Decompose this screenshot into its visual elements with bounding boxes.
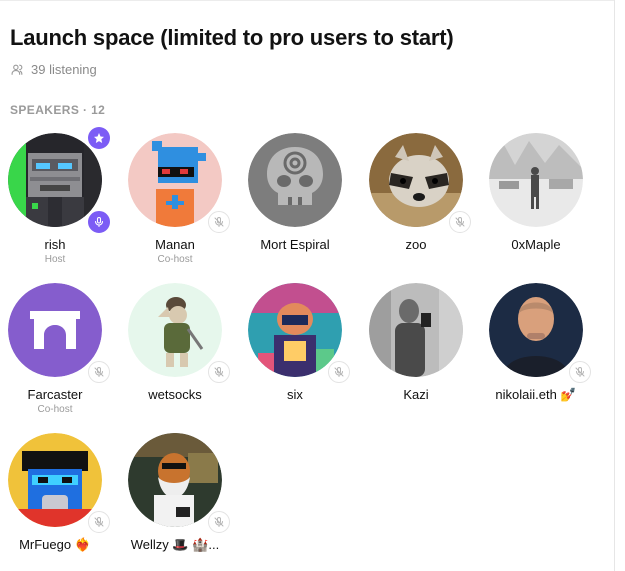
mic-muted-badge	[208, 211, 230, 233]
avatar-container	[248, 283, 350, 383]
panel-border	[614, 0, 615, 571]
microphone-muted-icon	[214, 217, 224, 227]
speaker-name: Manan	[155, 237, 195, 252]
speaker-wellzy[interactable]: Wellzy 🎩 🏰...	[115, 433, 235, 555]
microphone-muted-icon	[334, 367, 344, 377]
avatar-container	[128, 133, 230, 233]
speaker-name: Kazi	[403, 387, 429, 402]
microphone-icon	[94, 216, 104, 228]
speaker-role: Co-host	[37, 404, 73, 415]
avatar-container	[128, 283, 230, 383]
avatar	[8, 283, 102, 377]
speaker-kazi[interactable]: Kazi	[356, 283, 476, 404]
microphone-muted-icon	[575, 367, 585, 377]
avatar-container	[489, 133, 583, 227]
microphone-muted-icon	[214, 367, 224, 377]
mic-muted-badge	[88, 361, 110, 383]
mic-muted-badge	[208, 511, 230, 533]
speaker-role: Co-host	[157, 254, 193, 265]
microphone-muted-icon	[214, 517, 224, 527]
speaker-name: six	[287, 387, 303, 402]
avatar-container	[8, 433, 110, 533]
speaker-name: Mort Espiral	[260, 237, 330, 252]
avatar-container	[8, 127, 110, 233]
speakers-section-label: SPEAKERS · 12	[10, 103, 106, 117]
mic-muted-badge	[569, 361, 591, 383]
avatar	[128, 133, 222, 227]
microphone-muted-icon	[94, 367, 104, 377]
microphone-muted-icon	[455, 217, 465, 227]
mic-muted-badge	[208, 361, 230, 383]
avatar-container	[128, 433, 230, 533]
avatar	[248, 133, 342, 227]
users-icon	[11, 64, 23, 75]
speaker-wetsocks[interactable]: wetsocks	[115, 283, 235, 404]
mic-muted-badge	[449, 211, 471, 233]
avatar	[369, 283, 463, 377]
avatar	[8, 133, 102, 227]
listener-count: 39 listening	[11, 62, 97, 77]
space-title: Launch space (limited to pro users to st…	[10, 25, 454, 50]
avatar-container	[248, 133, 342, 227]
mic-muted-badge	[328, 361, 350, 383]
avatar-container	[8, 283, 110, 383]
avatar	[489, 133, 583, 227]
speaker-name: Wellzy 🎩 🏰...	[130, 537, 220, 552]
speaker-name: zoo	[405, 237, 427, 252]
speaker-role: Host	[44, 254, 66, 265]
avatar	[248, 283, 342, 377]
avatar	[8, 433, 102, 527]
speaker-rish[interactable]: rish Host	[0, 127, 115, 265]
speaker-0xmaple[interactable]: 0xMaple	[476, 133, 596, 254]
speaker-mort-espiral[interactable]: Mort Espiral	[235, 133, 355, 254]
avatar	[128, 433, 222, 527]
speaker-name: Farcaster	[27, 387, 83, 402]
speaker-mrfuego[interactable]: MrFuego ❤️‍🔥	[0, 433, 115, 555]
avatar	[128, 283, 222, 377]
speaker-six[interactable]: six	[235, 283, 355, 404]
avatar-container	[489, 283, 591, 383]
avatar	[489, 283, 583, 377]
speaker-name: nikolaii.eth 💅	[495, 387, 577, 402]
avatar-container	[369, 133, 471, 233]
star-icon	[94, 133, 104, 143]
host-star-badge	[88, 127, 110, 149]
mic-muted-badge	[88, 511, 110, 533]
speaker-name: rish	[44, 237, 66, 252]
avatar	[369, 133, 463, 227]
listening-text: 39 listening	[31, 62, 97, 77]
mic-on-badge	[88, 211, 110, 233]
speaker-name: 0xMaple	[511, 237, 561, 252]
speaker-name: MrFuego ❤️‍🔥	[19, 537, 91, 552]
speaker-nikolaii[interactable]: nikolaii.eth 💅	[476, 283, 596, 405]
speaker-manan[interactable]: Manan Co-host	[115, 133, 235, 265]
microphone-muted-icon	[94, 517, 104, 527]
speaker-zoo[interactable]: zoo	[356, 133, 476, 254]
speaker-name: wetsocks	[148, 387, 202, 402]
avatar-container	[369, 283, 463, 377]
speaker-farcaster[interactable]: Farcaster Co-host	[0, 283, 115, 415]
top-divider	[0, 0, 615, 1]
